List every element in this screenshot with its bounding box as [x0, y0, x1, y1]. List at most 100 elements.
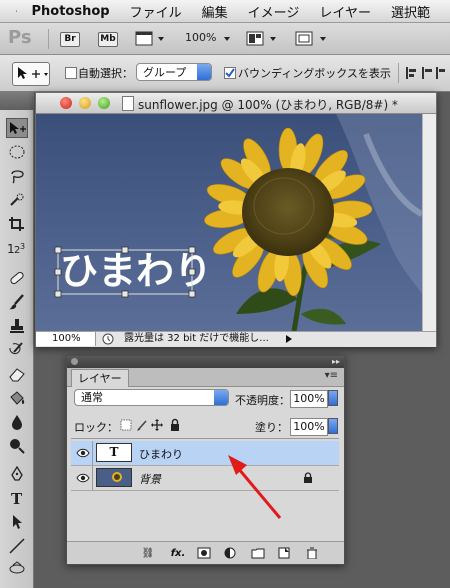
marquee-tool-button[interactable]: [6, 142, 28, 162]
tools-panel-header[interactable]: [0, 92, 33, 110]
new-group-icon[interactable]: [251, 547, 265, 559]
screen-mode-icon[interactable]: [295, 31, 313, 46]
svg-text:T: T: [11, 490, 23, 506]
menu-select[interactable]: 選択範: [391, 2, 430, 21]
fill-label: 塗り：: [255, 421, 288, 434]
blend-mode-dropdown[interactable]: 通常: [74, 389, 229, 406]
adjustment-layer-icon[interactable]: [223, 547, 237, 559]
eyedropper-tool-button[interactable]: 123: [6, 238, 28, 258]
status-zoom-field[interactable]: 100%: [36, 332, 96, 346]
fill-input[interactable]: 100%: [290, 418, 328, 436]
zoom-button[interactable]: [98, 97, 110, 109]
layer-row-background[interactable]: 背景: [71, 466, 339, 491]
divider: [71, 438, 339, 439]
type-tool-button[interactable]: T: [6, 488, 28, 508]
svg-text:3: 3: [20, 242, 25, 251]
tab-layers[interactable]: レイヤー: [71, 369, 129, 387]
application-bar: Ps Br Mb 100%: [0, 23, 450, 55]
layers-panel-titlebar[interactable]: ▸▸: [67, 356, 344, 368]
elliptical-marquee-icon: [9, 145, 25, 159]
paint-bucket-tool-button[interactable]: [6, 388, 28, 408]
visibility-eye-icon[interactable]: [76, 471, 90, 485]
divider: [92, 441, 93, 465]
status-menu-arrow-icon[interactable]: [286, 335, 292, 343]
move-tool-button[interactable]: [6, 118, 28, 138]
add-mask-icon[interactable]: [197, 547, 211, 559]
pen-tool-button[interactable]: [6, 464, 28, 484]
clone-stamp-tool-button[interactable]: [6, 316, 28, 336]
chevron-down-icon[interactable]: [224, 37, 230, 41]
chevron-down-icon[interactable]: [270, 37, 276, 41]
view-extras-icon[interactable]: [135, 31, 153, 46]
tool-preset-picker[interactable]: [12, 62, 50, 86]
align-buttons-icon[interactable]: [406, 65, 446, 81]
image-canvas[interactable]: ひまわり: [36, 114, 422, 331]
link-layers-icon[interactable]: ⛓: [141, 547, 155, 559]
blur-tool-button[interactable]: [6, 412, 28, 432]
layer-name[interactable]: ひまわり: [139, 446, 183, 462]
panel-menu-icon[interactable]: ▾≡: [325, 370, 338, 381]
crop-tool-button[interactable]: [6, 214, 28, 234]
type-icon: T: [11, 490, 23, 506]
path-selection-tool-button[interactable]: [6, 512, 28, 532]
rotate-view-icon: [9, 561, 25, 574]
mini-bridge-button[interactable]: Mb: [98, 32, 118, 47]
chevron-down-icon[interactable]: [320, 37, 326, 41]
dodge-icon: [10, 439, 25, 454]
photoshop-logo: Ps: [8, 27, 32, 48]
hand-tool-button[interactable]: [6, 558, 28, 578]
visibility-eye-icon[interactable]: [76, 446, 90, 460]
vertical-scrollbar[interactable]: [422, 114, 436, 331]
delete-layer-icon[interactable]: [305, 547, 319, 559]
arrange-documents-icon[interactable]: [246, 31, 264, 46]
layer-style-icon[interactable]: fx.: [171, 547, 186, 559]
ruler-count-icon: 123: [7, 242, 25, 256]
auto-select-dropdown[interactable]: グループ: [136, 63, 212, 81]
zoom-level-select[interactable]: 100%: [185, 31, 216, 44]
opacity-input[interactable]: 100%: [290, 390, 328, 408]
panel-tab-row: レイヤー ▾≡: [67, 368, 344, 387]
menu-edit[interactable]: 編集: [202, 2, 228, 21]
new-layer-icon[interactable]: [277, 547, 291, 559]
menu-layer[interactable]: レイヤー: [319, 2, 371, 21]
apple-icon[interactable]: [16, 3, 18, 19]
status-info-icon[interactable]: [102, 333, 114, 345]
eraser-tool-button[interactable]: [6, 364, 28, 384]
document-title: sunflower.jpg @ 100% (ひまわり, RGB/8#) *: [138, 98, 398, 112]
auto-select-label: 自動選択：: [78, 67, 133, 80]
divider: [92, 466, 93, 490]
minimize-button[interactable]: [79, 97, 91, 109]
dodge-tool-button[interactable]: [6, 436, 28, 456]
lock-options[interactable]: [120, 418, 190, 432]
line-tool-button[interactable]: [6, 536, 28, 556]
lasso-tool-button[interactable]: [6, 166, 28, 186]
close-button[interactable]: [60, 97, 72, 109]
layer-row-text[interactable]: T ひまわり: [71, 441, 339, 466]
menu-file[interactable]: ファイル: [130, 2, 182, 21]
chevron-down-icon[interactable]: [158, 37, 164, 41]
menu-image[interactable]: イメージ: [248, 2, 300, 21]
history-brush-tool-button[interactable]: [6, 340, 28, 360]
document-title-bar[interactable]: sunflower.jpg @ 100% (ひまわり, RGB/8#) *: [36, 93, 436, 114]
auto-select-checkbox[interactable]: [65, 67, 77, 79]
layer-name[interactable]: 背景: [139, 471, 161, 487]
collapse-icon[interactable]: ▸▸: [332, 357, 340, 366]
close-icon[interactable]: [71, 358, 78, 365]
bridge-button[interactable]: Br: [60, 32, 80, 47]
brush-tool-button[interactable]: [6, 292, 28, 312]
lock-icon: [304, 472, 312, 483]
opacity-dropdown-button[interactable]: [328, 390, 338, 406]
menu-app-name[interactable]: Photoshop: [31, 4, 109, 19]
healing-brush-tool-button[interactable]: [6, 268, 28, 288]
quick-select-tool-button[interactable]: [6, 190, 28, 210]
brush-icon: [9, 294, 24, 310]
checkmark-icon: [225, 68, 235, 78]
dropdown-arrows-icon: [214, 390, 228, 405]
eraser-icon: [9, 368, 25, 382]
pen-icon: [11, 466, 23, 481]
fill-dropdown-button[interactable]: [328, 418, 338, 434]
blend-mode-value: 通常: [81, 391, 103, 404]
quick-selection-icon: [10, 193, 24, 206]
show-bounding-box-checkbox[interactable]: [224, 67, 236, 79]
move-tool-icon: [10, 122, 26, 134]
